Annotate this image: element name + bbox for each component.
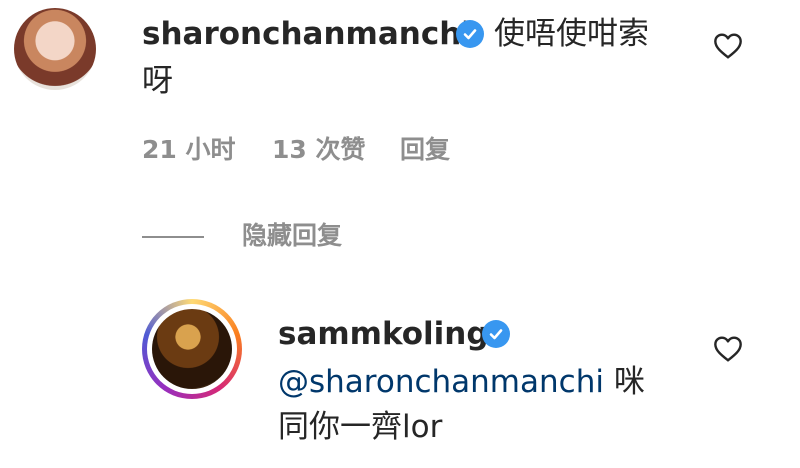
reply-text-line1: @sharonchanmanchi 咪	[278, 362, 645, 402]
comment-author-avatar[interactable]	[14, 8, 96, 90]
heart-icon[interactable]	[712, 30, 744, 62]
checkmark-icon	[463, 29, 477, 40]
comment-text-line2: 呀	[142, 63, 173, 99]
verified-badge-icon	[456, 20, 484, 48]
hide-replies-button[interactable]: 隐藏回复	[242, 220, 342, 252]
verified-badge-icon	[482, 320, 510, 348]
comment-username[interactable]: sharonchanmanchi	[142, 14, 472, 54]
heart-icon[interactable]	[712, 333, 744, 365]
reply-button[interactable]: 回复	[400, 134, 450, 166]
comment-likes[interactable]: 13 次赞	[272, 134, 366, 166]
reply-text-tail: 咪	[603, 364, 645, 400]
reply-text-line2: 同你一齊lor	[278, 409, 443, 445]
comment-time: 21 小时	[142, 135, 236, 164]
comment-text-line1: 使唔使咁索	[494, 16, 649, 52]
reply-username[interactable]: sammkoling	[278, 314, 489, 354]
reply-author-avatar[interactable]	[152, 309, 232, 389]
checkmark-icon	[489, 329, 503, 340]
mention-link[interactable]: @sharonchanmanchi	[278, 364, 604, 400]
replies-divider	[142, 236, 204, 238]
